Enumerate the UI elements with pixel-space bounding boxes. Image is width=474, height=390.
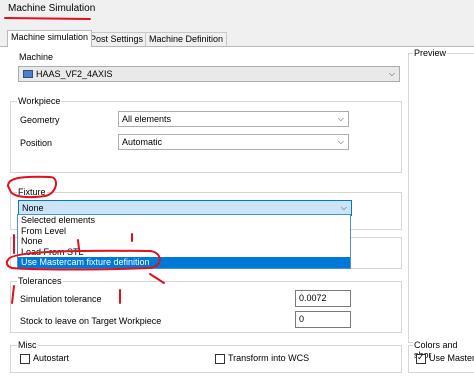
- geometry-select-value: All elements: [122, 114, 172, 124]
- autostart-label: Autostart: [33, 353, 70, 363]
- colors-group: Colors and shor Use Masterca: [408, 340, 474, 373]
- sim-tolerance-label: Simulation tolerance: [20, 294, 102, 304]
- tab-post-settings[interactable]: Post Settings: [86, 32, 148, 46]
- geometry-select[interactable]: All elements ⌵: [118, 111, 349, 127]
- transform-wcs-label: Transform into WCS: [228, 353, 310, 363]
- misc-group: Misc Autostart Transform into WCS: [10, 340, 402, 373]
- position-select-value: Automatic: [122, 137, 163, 147]
- fixture-option[interactable]: From Level: [18, 226, 350, 237]
- chevron-down-icon: ⌵: [337, 137, 344, 146]
- autostart-checkbox[interactable]: [20, 354, 30, 364]
- geometry-label: Geometry: [20, 115, 60, 125]
- stock-to-leave-input[interactable]: 0: [295, 311, 351, 328]
- preview-group: Preview: [408, 48, 474, 343]
- chevron-down-icon: ⌵: [388, 69, 395, 78]
- position-select[interactable]: Automatic ⌵: [118, 134, 349, 150]
- chevron-down-icon: ⌵: [337, 114, 344, 123]
- machine-select[interactable]: HAAS_VF2_4AXIS ⌵: [18, 66, 400, 82]
- sim-tolerance-input[interactable]: 0.0072: [295, 290, 351, 307]
- window-title: Machine Simulation: [8, 3, 96, 14]
- transform-wcs-checkbox[interactable]: [215, 354, 225, 364]
- misc-group-label: Misc: [17, 340, 38, 350]
- fixture-select-value: None: [22, 203, 44, 213]
- use-mastercam-colors-checkbox[interactable]: [416, 352, 426, 364]
- tolerances-group: Tolerances Simulation tolerance 0.0072 S…: [10, 276, 402, 333]
- machine-icon: [23, 70, 33, 78]
- title-underline-mark: [4, 17, 91, 20]
- tab-machine-simulation[interactable]: Machine simulation: [7, 30, 93, 47]
- fixture-dropdown-list[interactable]: Selected elements From Level None Load F…: [17, 214, 351, 269]
- workpiece-group: Workpiece Geometry All elements ⌵ Positi…: [10, 96, 402, 173]
- tolerances-group-label: Tolerances: [17, 276, 63, 286]
- tab-strip: Machine simulation Post Settings Machine…: [0, 30, 474, 47]
- machine-group-label: Machine: [18, 52, 55, 62]
- machine-group: Machine HAAS_VF2_4AXIS ⌵: [10, 50, 402, 83]
- use-mastercam-colors-label: Use Masterca: [429, 353, 474, 363]
- tab-machine-definition[interactable]: Machine Definition: [145, 32, 228, 46]
- workpiece-group-label: Workpiece: [17, 96, 62, 106]
- machine-select-value: HAAS_VF2_4AXIS: [36, 69, 113, 79]
- preview-label: Preview: [413, 48, 448, 58]
- position-label: Position: [20, 138, 53, 148]
- fixture-option[interactable]: Load From STL: [18, 247, 350, 258]
- tab-panel: Machine HAAS_VF2_4AXIS ⌵ Preview Workpie…: [0, 46, 474, 390]
- fixture-option-selected[interactable]: Use Mastercam fixture definition: [18, 257, 350, 268]
- stock-to-leave-label: Stock to leave on Target Workpiece: [20, 316, 162, 326]
- fixture-option[interactable]: None: [18, 236, 350, 247]
- chevron-down-icon: ⌵: [340, 203, 347, 212]
- fixture-group-label: Fixture: [17, 187, 47, 197]
- fixture-option[interactable]: Selected elements: [18, 215, 350, 226]
